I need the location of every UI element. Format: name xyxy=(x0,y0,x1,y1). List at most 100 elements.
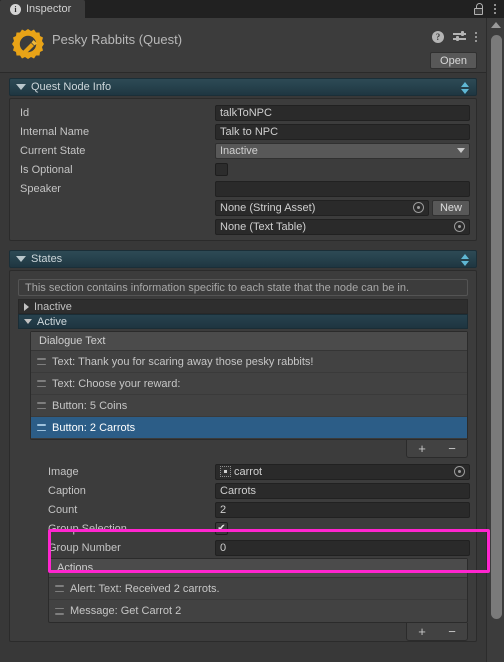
current-state-value: Inactive xyxy=(220,144,258,157)
kebab-menu-icon[interactable] xyxy=(494,4,496,14)
info-icon: i xyxy=(10,3,21,15)
tab-inspector[interactable]: i Inspector xyxy=(0,0,86,18)
foldout-quest-node-info[interactable]: Quest Node Info xyxy=(9,78,477,96)
object-picker-icon[interactable] xyxy=(412,202,424,213)
chevron-down-icon xyxy=(16,256,26,262)
add-dialogue-button[interactable]: + xyxy=(416,442,428,455)
actions-list-header: Actions xyxy=(49,559,467,578)
chevron-down-icon xyxy=(457,148,465,153)
tab-bar: i Inspector xyxy=(0,0,504,18)
group-selection-checkbox[interactable]: ✔ xyxy=(215,522,228,535)
reorder-handle-icon[interactable] xyxy=(461,82,469,94)
field-label: Image xyxy=(48,465,79,478)
field-row-caption: Caption Carrots xyxy=(10,481,476,500)
speaker-string-asset-value: None (String Asset) xyxy=(220,201,316,214)
state-inactive-label: Inactive xyxy=(34,300,72,313)
states-panel: This section contains information specif… xyxy=(9,270,477,642)
open-button[interactable]: Open xyxy=(430,52,477,69)
list-item-label: Button: 5 Coins xyxy=(52,399,128,412)
object-picker-icon[interactable] xyxy=(454,221,465,232)
list-item[interactable]: Alert: Text: Received 2 carrots. xyxy=(49,578,467,600)
sprite-thumbnail-icon xyxy=(220,466,231,477)
list-item[interactable]: Text: Choose your reward: xyxy=(31,373,467,395)
field-row-count: Count 2 xyxy=(10,500,476,519)
list-item-label: Text: Thank you for scaring away those p… xyxy=(52,355,314,368)
chevron-down-icon xyxy=(24,319,32,324)
field-row-speaker-string-asset: None (String Asset) New xyxy=(10,198,476,217)
tab-bar-actions xyxy=(474,3,504,15)
list-item[interactable]: Text: Thank you for scaring away those p… xyxy=(31,351,467,373)
field-row-speaker: Speaker xyxy=(10,179,476,198)
vertical-scrollbar[interactable] xyxy=(486,18,504,662)
object-picker-icon[interactable] xyxy=(454,466,465,477)
field-row-current-state: Current State Inactive xyxy=(10,141,476,160)
speaker-text-table-value: None (Text Table) xyxy=(220,220,307,233)
current-state-dropdown[interactable]: Inactive xyxy=(215,142,470,159)
remove-dialogue-button[interactable]: − xyxy=(446,442,458,455)
object-header: Pesky Rabbits (Quest) ? Open xyxy=(0,18,486,73)
chevron-right-icon xyxy=(24,302,29,311)
kebab-menu-icon[interactable] xyxy=(475,32,477,42)
state-row-inactive[interactable]: Inactive xyxy=(18,299,468,314)
field-label: Id xyxy=(20,106,30,119)
list-item[interactable]: Button: 5 Coins xyxy=(31,395,467,417)
help-icon[interactable]: ? xyxy=(432,31,444,43)
drag-handle-icon[interactable] xyxy=(55,585,64,592)
field-label: Caption xyxy=(48,484,86,497)
field-label: Count xyxy=(48,503,78,516)
reorder-handle-icon[interactable] xyxy=(461,254,469,266)
field-row-id: Id talkToNPC xyxy=(10,103,476,122)
new-string-asset-button[interactable]: New xyxy=(431,199,470,216)
group-number-input[interactable]: 0 xyxy=(215,539,470,556)
speaker-input[interactable] xyxy=(215,180,470,197)
page-title: Pesky Rabbits (Quest) xyxy=(52,32,183,47)
add-action-button[interactable]: + xyxy=(416,625,428,638)
inspector-body: Quest Node Info Id talkToNPC Internal Na… xyxy=(0,73,486,662)
header-icons: ? xyxy=(432,31,477,43)
count-input[interactable]: 2 xyxy=(215,501,470,518)
dialogue-text-list-header: Dialogue Text xyxy=(31,332,467,351)
list-item-label: Text: Choose your reward: xyxy=(52,377,181,390)
field-label: Is Optional xyxy=(20,163,73,176)
selected-item-fields: Image carrot Caption Carrots Count 2 Gro… xyxy=(10,458,476,557)
chevron-down-icon xyxy=(16,84,26,90)
field-row-speaker-text-table: None (Text Table) xyxy=(10,217,476,236)
remove-action-button[interactable]: − xyxy=(446,625,458,638)
field-row-image: Image carrot xyxy=(10,462,476,481)
list-item-label: Message: Get Carrot 2 xyxy=(70,605,182,617)
drag-handle-icon[interactable] xyxy=(37,358,46,365)
state-row-active[interactable]: Active xyxy=(18,314,468,329)
list-item[interactable]: Button: 2 Carrots xyxy=(31,417,467,439)
foldout-states[interactable]: States xyxy=(9,250,477,268)
checkmark-icon: ✔ xyxy=(217,522,226,534)
quest-node-info-panel: Id talkToNPC Internal Name Talk to NPC C… xyxy=(9,98,477,241)
caption-input[interactable]: Carrots xyxy=(215,482,470,499)
drag-handle-icon[interactable] xyxy=(37,424,46,431)
drag-handle-icon[interactable] xyxy=(55,607,64,615)
tab-inspector-label: Inspector xyxy=(26,3,72,15)
internal-name-input[interactable]: Talk to NPC xyxy=(215,123,470,140)
lock-open-icon[interactable] xyxy=(474,3,485,15)
scroll-up-arrow-icon[interactable] xyxy=(491,22,501,28)
is-optional-checkbox[interactable] xyxy=(215,163,228,176)
drag-handle-icon[interactable] xyxy=(37,380,46,387)
inspector-window: i Inspector Pesky Rabbits (Quest) ? Open… xyxy=(0,0,504,662)
list-item-label: Button: 2 Carrots xyxy=(52,421,136,434)
foldout-states-label: States xyxy=(31,253,63,265)
field-row-is-optional: Is Optional xyxy=(10,160,476,179)
speaker-string-asset-field[interactable]: None (String Asset) xyxy=(215,199,429,216)
drag-handle-icon[interactable] xyxy=(37,402,46,409)
scrollbar-thumb[interactable] xyxy=(491,35,502,619)
dialogue-text-list: Dialogue Text Text: Thank you for scarin… xyxy=(30,331,468,440)
dialogue-list-controls: + − xyxy=(10,440,468,458)
field-label: Speaker xyxy=(20,182,61,195)
id-input[interactable]: talkToNPC xyxy=(215,104,470,121)
quest-gear-icon xyxy=(10,26,46,62)
list-item-label: Alert: Text: Received 2 carrots. xyxy=(70,582,220,595)
preset-settings-icon[interactable] xyxy=(453,31,466,43)
speaker-text-table-field[interactable]: None (Text Table) xyxy=(215,218,470,235)
image-object-field[interactable]: carrot xyxy=(215,463,470,480)
list-item[interactable]: Message: Get Carrot 2 xyxy=(49,600,467,622)
foldout-quest-node-info-label: Quest Node Info xyxy=(31,81,112,93)
field-label: Current State xyxy=(20,144,86,157)
